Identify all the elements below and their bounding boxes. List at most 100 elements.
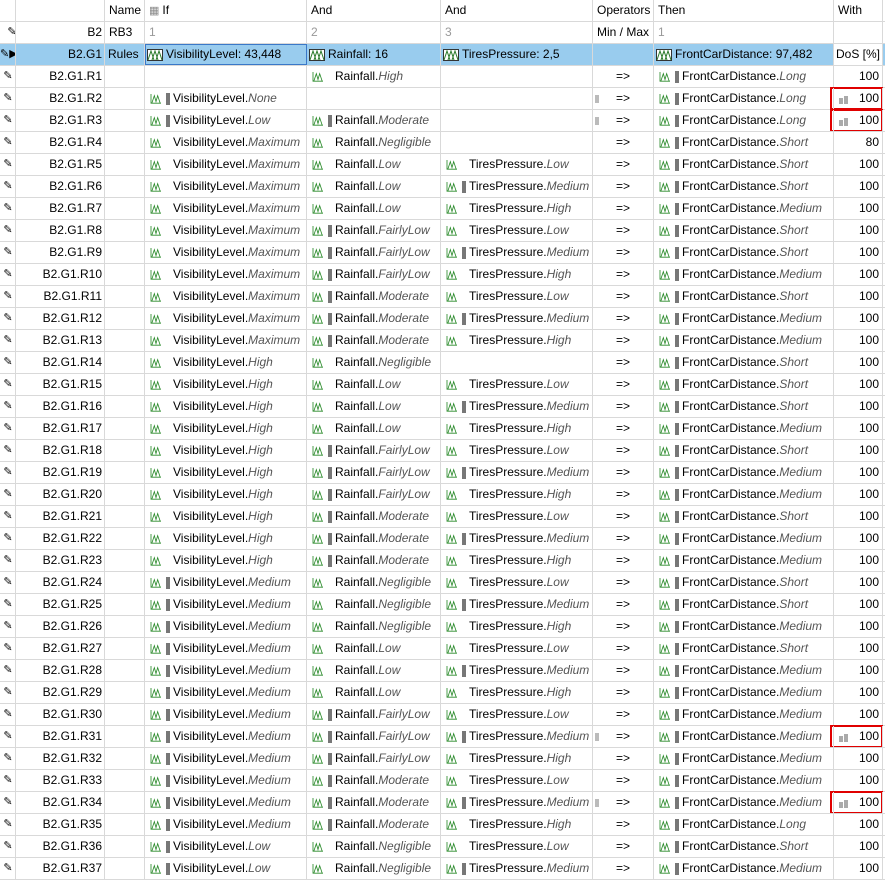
rule-then-cell[interactable]: FrontCarDistance.Short (654, 440, 834, 461)
group-and-2-cell[interactable]: TiresPressure: 2,5 (441, 44, 593, 65)
rule-operator[interactable]: => (593, 286, 654, 307)
rule-degree-of-support[interactable]: 100 (834, 726, 883, 747)
rule-and-2-cell[interactable]: TiresPressure.High (441, 484, 593, 505)
rule-if-cell[interactable]: VisibilityLevel.High (145, 550, 307, 571)
rule-operator[interactable]: => (593, 440, 654, 461)
rule-then-cell[interactable]: FrontCarDistance.Short (654, 374, 834, 395)
rule-row[interactable]: ✎ B2.G1.R35 VisibilityLevel.Medium Rainfall… (0, 814, 885, 836)
rule-degree-of-support[interactable]: 100 (834, 462, 883, 483)
rule-operator[interactable]: => (593, 836, 654, 857)
row-selector[interactable]: ✎ (0, 616, 16, 637)
rule-name[interactable] (105, 572, 145, 593)
rule-then-cell[interactable]: FrontCarDistance.Medium (654, 528, 834, 549)
rule-name[interactable] (105, 484, 145, 505)
rule-row[interactable]: ✎ B2.G1.R14 VisibilityLevel.High Rainfall.N… (0, 352, 885, 374)
rule-and-2-cell[interactable]: TiresPressure.Medium (441, 308, 593, 329)
column-header-operators[interactable]: Operators (593, 0, 654, 21)
row-selector[interactable]: ✎ (0, 440, 16, 461)
rule-if-cell[interactable]: VisibilityLevel.Low (145, 858, 307, 879)
rule-then-cell[interactable]: FrontCarDistance.Medium (654, 858, 834, 879)
rule-row[interactable]: ✎ B2.G1.R30 VisibilityLevel.Medium Rainfall… (0, 704, 885, 726)
rule-if-cell[interactable]: VisibilityLevel.Medium (145, 814, 307, 835)
rule-degree-of-support[interactable]: 100 (834, 220, 883, 241)
rule-row[interactable]: ✎ B2.G1.R26 VisibilityLevel.Medium Rainfall… (0, 616, 885, 638)
row-selector[interactable]: ✎ (0, 22, 16, 43)
rule-then-cell[interactable]: FrontCarDistance.Medium (654, 616, 834, 637)
row-selector[interactable]: ✎ (0, 572, 16, 593)
rule-row[interactable]: ✎ B2.G1.R20 VisibilityLevel.High Rainfall.F… (0, 484, 885, 506)
rule-then-cell[interactable]: FrontCarDistance.Medium (654, 770, 834, 791)
rule-and-1-cell[interactable]: Rainfall.Moderate (307, 814, 441, 835)
rule-and-1-cell[interactable]: Rainfall.Low (307, 374, 441, 395)
rule-operator[interactable]: => (593, 176, 654, 197)
rule-if-cell[interactable]: VisibilityLevel.Medium (145, 748, 307, 769)
rule-and-1-cell[interactable]: Rainfall.FairlyLow (307, 220, 441, 241)
rule-and-2-cell[interactable]: TiresPressure.Low (441, 154, 593, 175)
rule-then-cell[interactable]: FrontCarDistance.Short (654, 594, 834, 615)
rule-then-cell[interactable]: FrontCarDistance.Long (654, 110, 834, 131)
rule-name[interactable] (105, 220, 145, 241)
rule-and-1-cell[interactable]: Rainfall.Moderate (307, 308, 441, 329)
rule-name[interactable] (105, 792, 145, 813)
rule-degree-of-support[interactable]: 100 (834, 264, 883, 285)
rule-then-cell[interactable]: FrontCarDistance.Short (654, 154, 834, 175)
row-selector[interactable]: ✎ (0, 858, 16, 879)
rule-if-cell[interactable]: VisibilityLevel.Medium (145, 616, 307, 637)
rule-row[interactable]: ✎ B2.G1.R18 VisibilityLevel.High Rainfall.F… (0, 440, 885, 462)
rule-name[interactable] (105, 286, 145, 307)
rule-then-cell[interactable]: FrontCarDistance.Long (654, 88, 834, 109)
rule-and-2-cell[interactable]: TiresPressure.Medium (441, 176, 593, 197)
rule-degree-of-support[interactable]: 100 (834, 440, 883, 461)
row-selector[interactable]: ✎ (0, 506, 16, 527)
rule-operator[interactable]: => (593, 154, 654, 175)
rule-name[interactable] (105, 616, 145, 637)
rule-if-cell[interactable]: VisibilityLevel.Low (145, 110, 307, 131)
rule-if-cell[interactable]: VisibilityLevel.High (145, 352, 307, 373)
row-selector[interactable]: ✎ (0, 154, 16, 175)
rule-then-cell[interactable]: FrontCarDistance.Medium (654, 484, 834, 505)
rule-if-cell[interactable]: VisibilityLevel.Maximum (145, 264, 307, 285)
rule-degree-of-support[interactable]: 100 (834, 484, 883, 505)
rule-operator[interactable]: => (593, 88, 654, 109)
rule-then-cell[interactable]: FrontCarDistance.Short (654, 220, 834, 241)
rule-if-cell[interactable]: VisibilityLevel.High (145, 484, 307, 505)
rule-and-1-cell[interactable]: Rainfall.Negligible (307, 616, 441, 637)
rule-and-1-cell[interactable]: Rainfall.Moderate (307, 550, 441, 571)
rule-degree-of-support[interactable]: 100 (834, 550, 883, 571)
rule-if-cell[interactable]: VisibilityLevel.Maximum (145, 198, 307, 219)
rule-name[interactable] (105, 528, 145, 549)
rule-if-cell[interactable]: VisibilityLevel.Medium (145, 770, 307, 791)
rule-name[interactable] (105, 198, 145, 219)
rule-row[interactable]: ✎ B2.G1.R25 VisibilityLevel.Medium Rainfall… (0, 594, 885, 616)
rule-row[interactable]: ✎ B2.G1.R7 VisibilityLevel.Maximum Rainfall… (0, 198, 885, 220)
rule-then-cell[interactable]: FrontCarDistance.Short (654, 396, 834, 417)
row-selector[interactable]: ✎ (0, 66, 16, 87)
rule-and-2-cell[interactable]: TiresPressure.Medium (441, 594, 593, 615)
rule-and-1-cell[interactable]: Rainfall.Moderate (307, 506, 441, 527)
rule-degree-of-support[interactable]: 100 (834, 154, 883, 175)
rule-row[interactable]: ✎ B2.G1.R10 VisibilityLevel.Maximum Rainfal… (0, 264, 885, 286)
rule-and-2-cell[interactable]: TiresPressure.Medium (441, 792, 593, 813)
rule-and-2-cell[interactable]: TiresPressure.Low (441, 704, 593, 725)
rule-row[interactable]: ✎ B2.G1.R2 VisibilityLevel.None => FrontCarD… (0, 88, 885, 110)
row-selector[interactable]: ✎ (0, 308, 16, 329)
rule-name[interactable] (105, 462, 145, 483)
rule-name[interactable] (105, 374, 145, 395)
rule-row[interactable]: ✎ B2.G1.R11 VisibilityLevel.Maximum Rainfal… (0, 286, 885, 308)
rule-row[interactable]: ✎ B2.G1.R33 VisibilityLevel.Medium Rainfall… (0, 770, 885, 792)
rule-degree-of-support[interactable]: 100 (834, 308, 883, 329)
row-selector[interactable]: ✎ (0, 132, 16, 153)
rule-name[interactable] (105, 330, 145, 351)
rule-and-1-cell[interactable]: Rainfall.Low (307, 176, 441, 197)
rule-and-1-cell[interactable]: Rainfall.FairlyLow (307, 440, 441, 461)
rule-name[interactable] (105, 154, 145, 175)
rule-if-cell[interactable]: VisibilityLevel.High (145, 506, 307, 527)
row-selector[interactable]: ✎ (0, 682, 16, 703)
rule-operator[interactable]: => (593, 110, 654, 131)
rule-degree-of-support[interactable]: 100 (834, 638, 883, 659)
row-selector[interactable]: ✎ (0, 528, 16, 549)
rule-name[interactable] (105, 660, 145, 681)
rule-name[interactable] (105, 66, 145, 87)
rule-degree-of-support[interactable]: 100 (834, 682, 883, 703)
rule-and-1-cell[interactable]: Rainfall.Low (307, 418, 441, 439)
